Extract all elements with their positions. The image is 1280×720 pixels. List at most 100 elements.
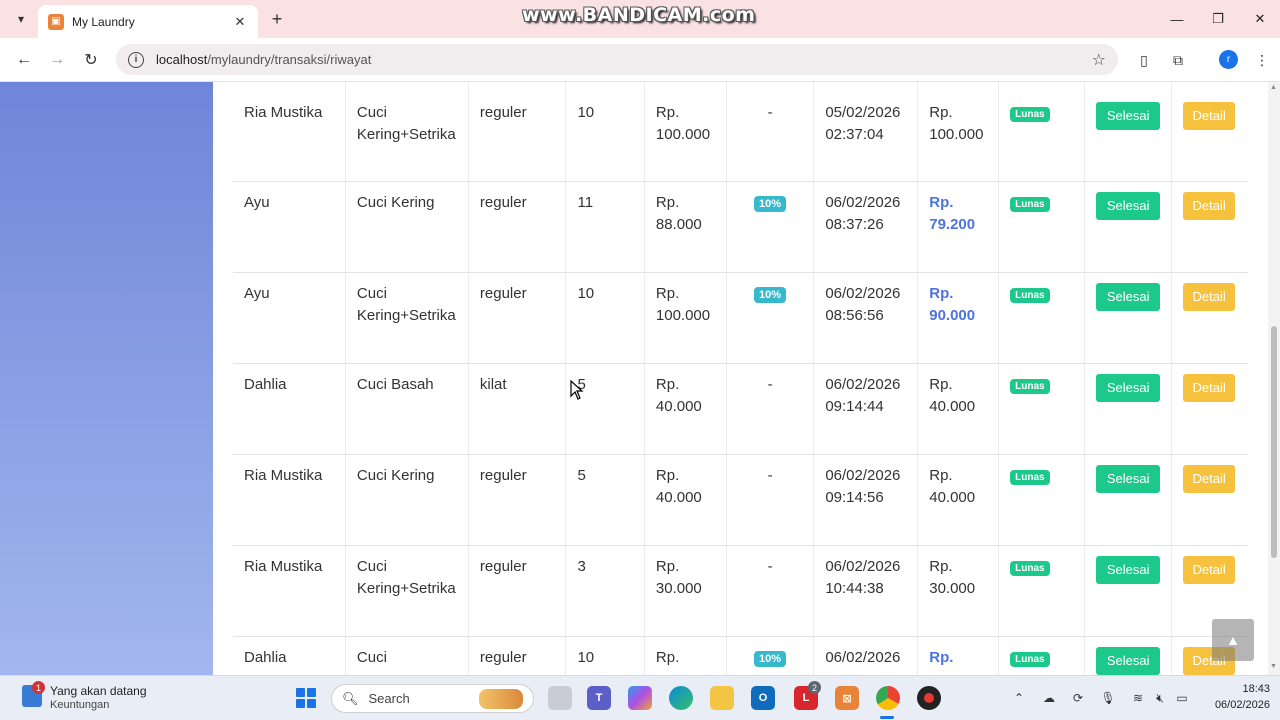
- forward-arrow-icon[interactable]: →: [45, 48, 69, 72]
- cell-type: reguler: [468, 454, 567, 546]
- cell-type: reguler: [468, 636, 567, 675]
- taskbar-search-label: Search: [368, 691, 410, 706]
- cell-status: Lunas: [998, 454, 1085, 546]
- cell-status: Lunas: [998, 272, 1085, 364]
- new-tab-button[interactable]: +: [266, 8, 288, 30]
- minimize-icon[interactable]: —: [1165, 8, 1189, 30]
- date-text: 06/02/2026: [825, 284, 901, 302]
- file-explorer-icon[interactable]: [710, 686, 734, 710]
- cell-customer: Ayu: [233, 272, 346, 364]
- selesai-button[interactable]: Selesai: [1095, 373, 1161, 402]
- time-text: 09:14:56: [825, 488, 884, 506]
- cell-action-done: Selesai: [1084, 272, 1173, 364]
- clock-date[interactable]: 06/02/2026: [1196, 699, 1270, 711]
- cell-qty: 3: [565, 545, 645, 637]
- clock-time[interactable]: 18:43: [1208, 683, 1270, 695]
- status-badge: Lunas: [1010, 378, 1050, 394]
- cell-datetime: 06/02/2026: [813, 636, 919, 675]
- reload-icon[interactable]: ↻: [79, 48, 103, 72]
- mouse-cursor-icon: [570, 380, 584, 400]
- windows-start-icon[interactable]: [296, 688, 316, 708]
- task-view-icon[interactable]: [548, 686, 572, 710]
- tab-close-icon[interactable]: ✕: [232, 14, 248, 30]
- browser-toolbar: ← → ↻ i localhost/mylaundry/transaksi/ri…: [0, 38, 1280, 82]
- cell-type: kilat: [468, 363, 567, 455]
- kebab-menu-icon[interactable]: ⋮: [1252, 50, 1272, 70]
- table-row: Ayu Cuci Kering+Setrika reguler 10 Rp. 100.0…: [233, 272, 1248, 364]
- cell-action-done: Selesai: [1084, 636, 1173, 675]
- cell-total: Rp. 79.200: [917, 181, 1000, 273]
- selesai-button[interactable]: Selesai: [1095, 646, 1161, 675]
- browser-tab-strip: ▾ ▣ My Laundry ✕ + www.BANDICAM.com — ❐ …: [0, 0, 1280, 38]
- sync-icon[interactable]: ⟳: [1069, 689, 1087, 707]
- search-highlight-icon: [479, 688, 523, 709]
- active-app-indicator: [880, 716, 894, 719]
- detail-button[interactable]: Detail: [1183, 464, 1235, 493]
- wifi-icon[interactable]: ≋: [1129, 689, 1147, 707]
- browser-tab[interactable]: ▣ My Laundry ✕: [38, 5, 258, 38]
- chrome-icon[interactable]: [876, 686, 900, 710]
- back-to-top-button[interactable]: ▲: [1212, 619, 1254, 661]
- total-amount: Rp.: [929, 648, 954, 666]
- cell-type: reguler: [468, 82, 567, 182]
- selesai-button[interactable]: Selesai: [1095, 191, 1161, 220]
- widgets-subline[interactable]: Keuntungan: [50, 699, 109, 711]
- scroll-down-icon[interactable]: ▼: [1270, 663, 1277, 670]
- url-text[interactable]: localhost/mylaundry/transaksi/riwayat: [156, 52, 1092, 67]
- cell-action-detail: Detail: [1171, 272, 1248, 364]
- copilot-icon[interactable]: [628, 686, 652, 710]
- selesai-button[interactable]: Selesai: [1095, 282, 1161, 311]
- tab-search-chevron-icon[interactable]: ▾: [10, 8, 32, 30]
- microphone-icon[interactable]: 🎙︎: [1099, 689, 1117, 707]
- cell-status: Lunas: [998, 363, 1085, 455]
- reading-list-icon[interactable]: ▯: [1134, 50, 1154, 70]
- cell-action-done: Selesai: [1084, 181, 1173, 273]
- cell-service: Cuci Kering+Setrika: [345, 82, 469, 182]
- cell-customer: Dahlia: [233, 363, 346, 455]
- app-notification-badge: 2: [808, 681, 821, 694]
- address-bar[interactable]: i localhost/mylaundry/transaksi/riwayat …: [116, 44, 1118, 75]
- total-amount: Rp. 40.000: [929, 466, 976, 506]
- scroll-up-icon[interactable]: ▲: [1270, 84, 1277, 91]
- scrollbar-thumb[interactable]: [1271, 326, 1277, 558]
- selesai-button[interactable]: Selesai: [1095, 555, 1161, 584]
- volume-muted-icon[interactable]: 🔇︎: [1151, 689, 1169, 707]
- window-close-icon[interactable]: ✕: [1248, 8, 1272, 30]
- detail-button[interactable]: Detail: [1183, 191, 1235, 220]
- xampp-icon[interactable]: ⊠: [835, 686, 859, 710]
- restore-icon[interactable]: ❐: [1206, 8, 1230, 30]
- cell-discount: -: [726, 82, 815, 182]
- table-row: Ayu Cuci Kering reguler 11 Rp. 88.000 10% 06/0…: [233, 181, 1248, 273]
- chevron-up-icon[interactable]: ⌃: [1010, 689, 1028, 707]
- selesai-button[interactable]: Selesai: [1095, 102, 1161, 130]
- outlook-icon[interactable]: O: [751, 686, 775, 710]
- time-text: 10:44:38: [825, 579, 884, 597]
- windows-taskbar: 1 Yang akan datang Keuntungan 🔍︎ Search …: [0, 675, 1280, 720]
- chevron-up-icon: ▲: [1226, 632, 1240, 648]
- onedrive-icon[interactable]: ☁: [1040, 689, 1058, 707]
- detail-button[interactable]: Detail: [1183, 102, 1235, 130]
- site-info-icon[interactable]: i: [128, 51, 144, 68]
- cell-customer: Ria Mustika: [233, 454, 346, 546]
- date-text: 06/02/2026: [825, 375, 901, 393]
- extensions-puzzle-icon[interactable]: ⧉: [1168, 50, 1188, 70]
- taskbar-search[interactable]: 🔍︎ Search: [331, 684, 534, 713]
- selesai-button[interactable]: Selesai: [1095, 464, 1161, 493]
- cell-action-done: Selesai: [1084, 82, 1173, 182]
- bandicam-record-icon[interactable]: [917, 686, 941, 710]
- laundry-icon: ▣: [48, 13, 64, 30]
- bookmark-star-icon[interactable]: ☆: [1092, 50, 1106, 70]
- edge-icon[interactable]: [669, 686, 693, 710]
- detail-button[interactable]: Detail: [1183, 282, 1235, 311]
- cell-customer: Ayu: [233, 181, 346, 273]
- detail-button[interactable]: Detail: [1183, 373, 1235, 402]
- battery-icon[interactable]: ▭: [1173, 689, 1191, 707]
- status-badge: Lunas: [1010, 469, 1050, 485]
- teams-icon[interactable]: T: [587, 686, 611, 710]
- profile-avatar[interactable]: r: [1219, 50, 1238, 69]
- detail-button[interactable]: Detail: [1183, 555, 1235, 584]
- back-arrow-icon[interactable]: ←: [12, 48, 36, 72]
- widgets-notification-badge: 1: [32, 681, 45, 694]
- cell-customer: Ria Mustika: [233, 545, 346, 637]
- widgets-headline[interactable]: Yang akan datang: [50, 684, 147, 698]
